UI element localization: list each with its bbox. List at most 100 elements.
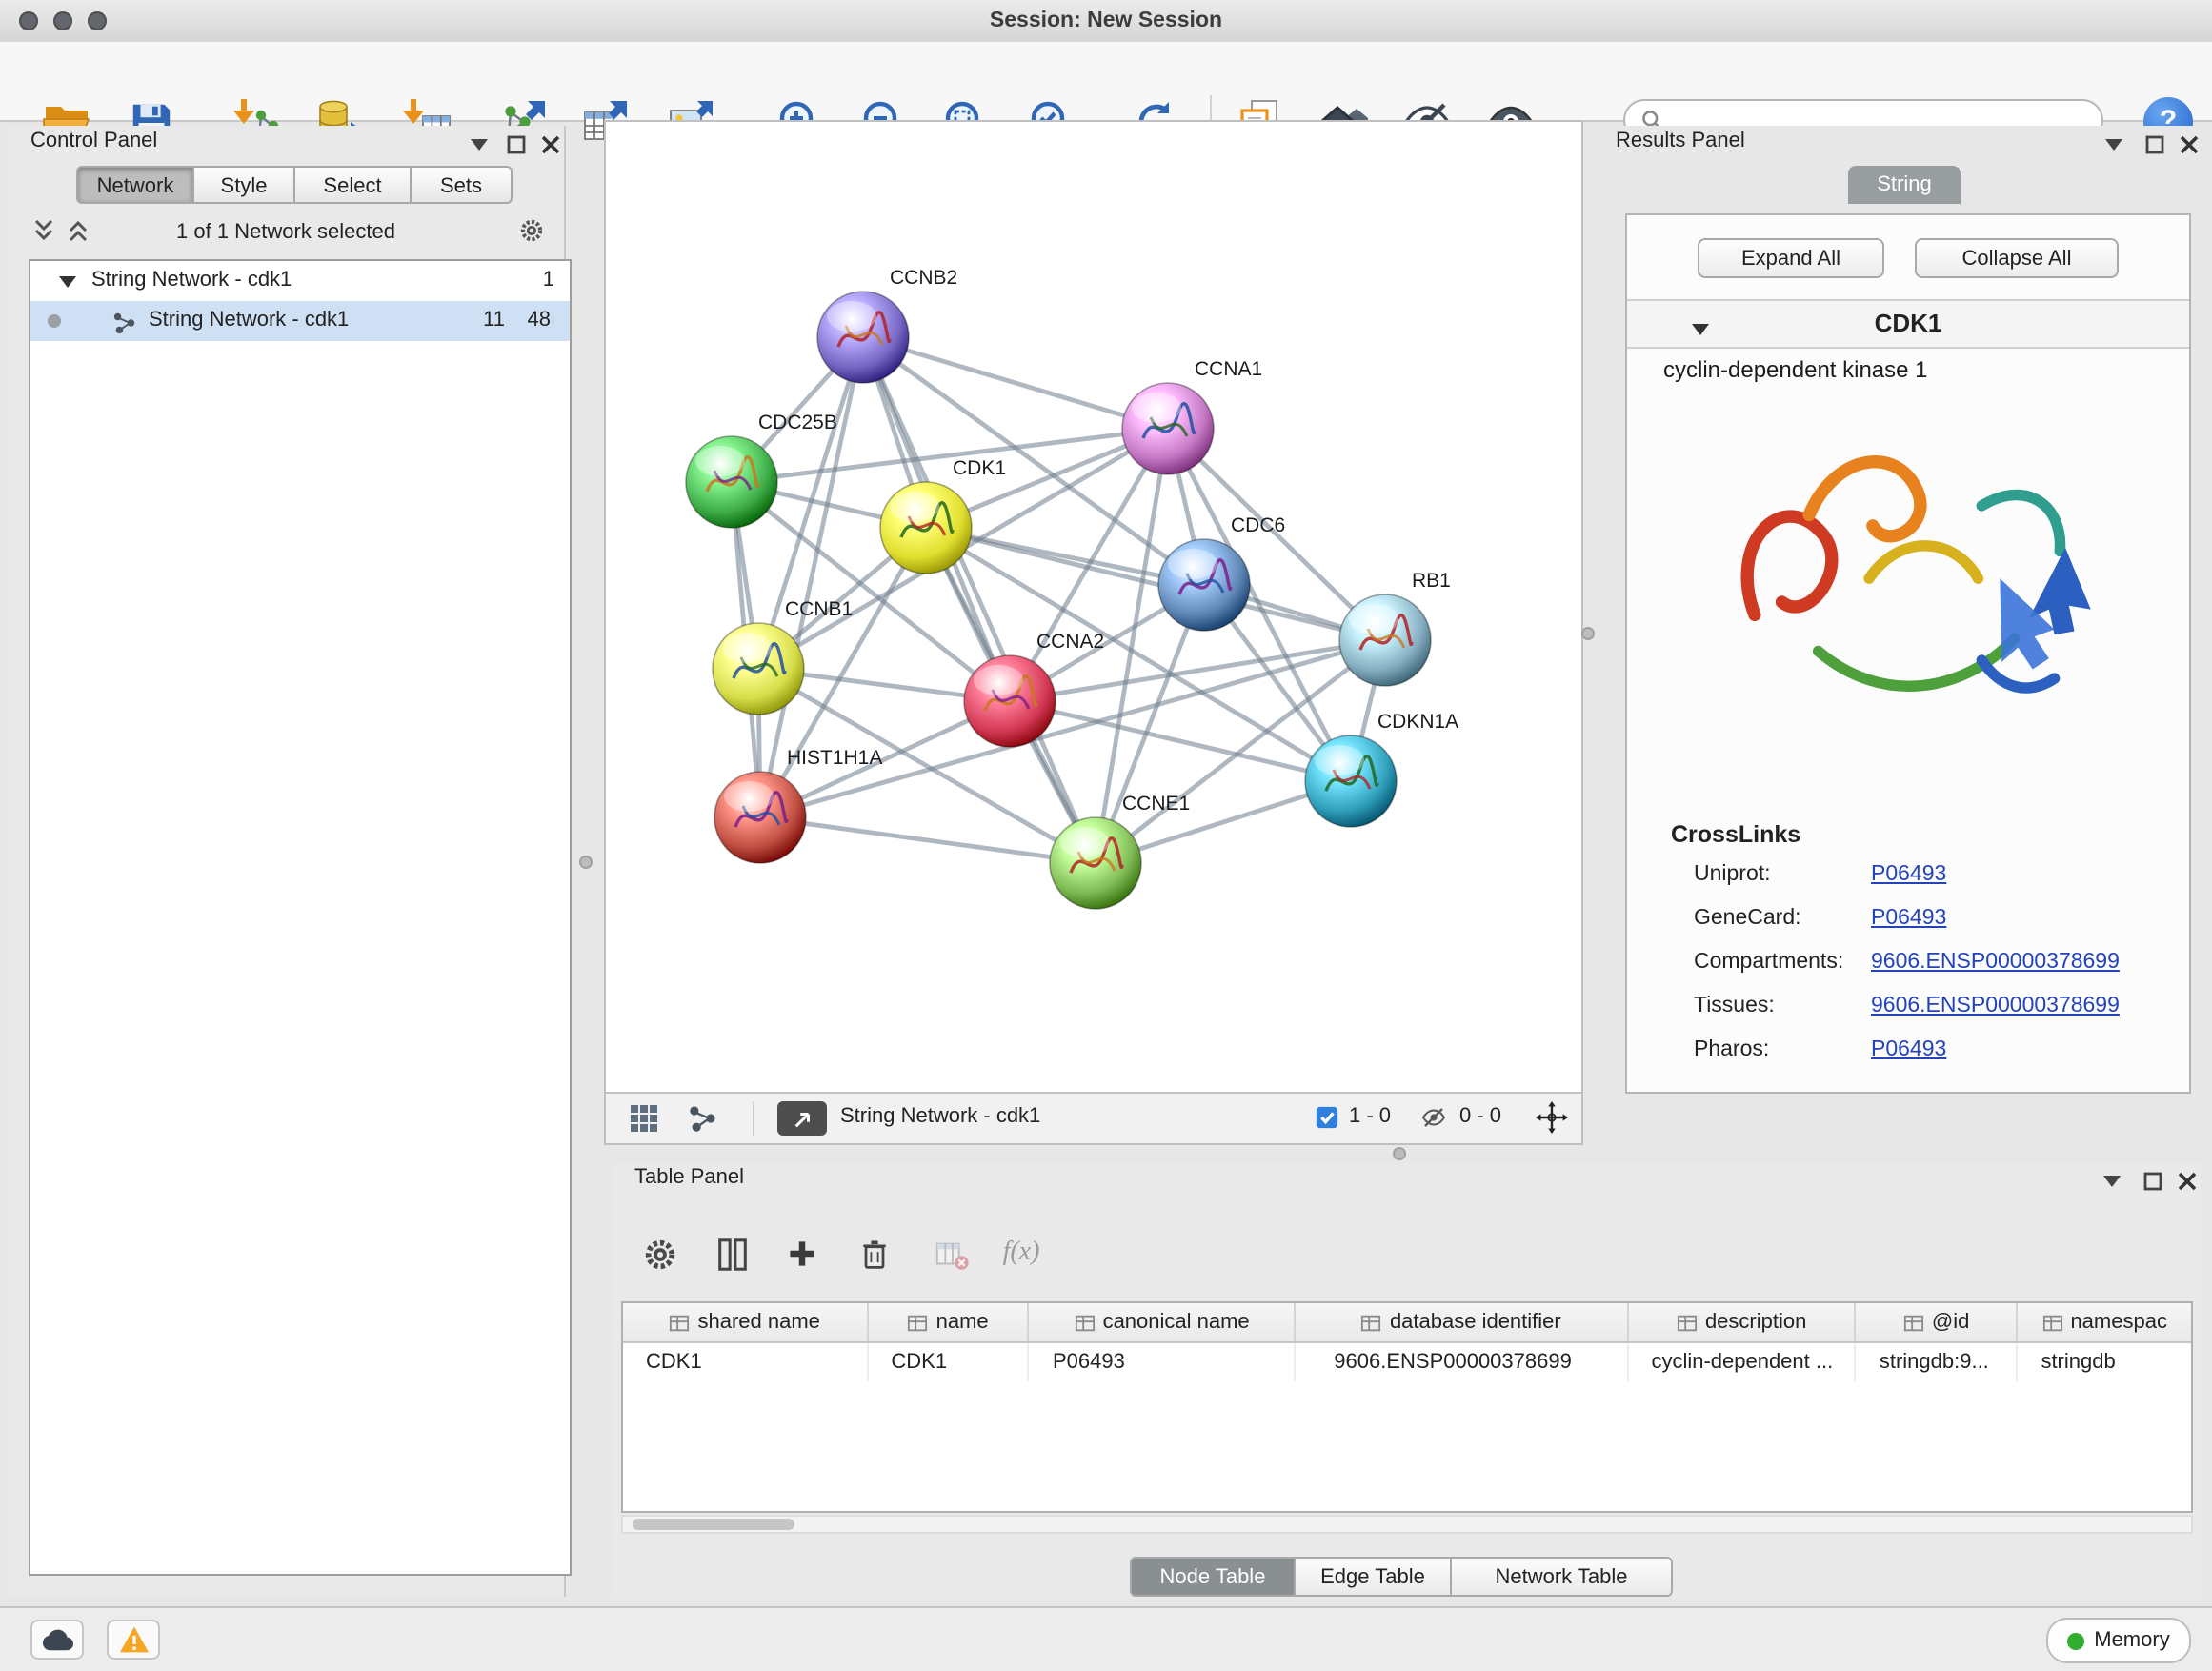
network-node[interactable]: RB1 — [1339, 570, 1451, 686]
warning-icon — [117, 1625, 150, 1654]
table-horizontal-scrollbar[interactable] — [621, 1515, 2193, 1534]
memory-button[interactable]: Memory — [2046, 1618, 2191, 1663]
network-options-gear-icon[interactable] — [518, 217, 545, 244]
network-edge[interactable] — [760, 337, 863, 817]
table-panel-title: Table Panel — [634, 1166, 744, 1189]
network-node[interactable]: CCNB2 — [817, 267, 957, 383]
crosslink-row: Tissues: 9606.ENSP00000378699 — [1627, 995, 2189, 1038]
column-header-namespace[interactable]: namespac — [2018, 1303, 2191, 1341]
network-node[interactable]: HIST1H1A — [714, 747, 882, 863]
panel-menu-button[interactable] — [2098, 1168, 2124, 1195]
crosslink-link[interactable]: P06493 — [1871, 1038, 1946, 1061]
column-header-id[interactable]: @id — [1857, 1303, 2019, 1341]
tab-node-table[interactable]: Node Table — [1130, 1557, 1296, 1597]
selected-checkbox-icon[interactable] — [1315, 1105, 1339, 1130]
birds-eye-view-button[interactable] — [629, 1103, 659, 1134]
tab-edge-table[interactable]: Edge Table — [1296, 1557, 1452, 1597]
tab-network[interactable]: Network — [76, 166, 194, 204]
network-node[interactable]: CDK1 — [880, 457, 1006, 574]
create-column-button[interactable] — [779, 1231, 825, 1277]
network-row[interactable]: String Network - cdk1 11 48 — [30, 301, 570, 341]
network-collection-row[interactable]: String Network - cdk1 1 — [30, 261, 570, 301]
vertical-splitter-handle[interactable] — [1581, 627, 1595, 640]
tab-style[interactable]: Style — [194, 166, 295, 204]
network-node-label: CCNB1 — [785, 598, 853, 620]
crosslink-label: Compartments: — [1694, 951, 1843, 974]
network-node[interactable]: CDKN1A — [1305, 711, 1458, 827]
network-node-label: CDC6 — [1231, 514, 1285, 536]
tab-sets[interactable]: Sets — [412, 166, 513, 204]
network-edge[interactable] — [863, 337, 1096, 863]
network-edge[interactable] — [863, 337, 1168, 429]
control-panel-title: Control Panel — [30, 130, 157, 152]
table-toolbar: f(x) — [612, 1219, 2202, 1288]
network-edge[interactable] — [760, 817, 1096, 863]
crosslink-link[interactable]: P06493 — [1871, 907, 1946, 930]
tab-string[interactable]: String — [1848, 166, 1961, 204]
crosslink-row: Compartments: 9606.ENSP00000378699 — [1627, 951, 2189, 995]
column-header-label: database identifier — [1390, 1311, 1561, 1334]
column-type-icon — [908, 1312, 929, 1333]
column-type-icon — [1677, 1312, 1698, 1333]
function-builder-button-disabled: f(x) — [998, 1231, 1044, 1277]
vertical-splitter-handle[interactable] — [579, 856, 593, 869]
section-expander-icon[interactable] — [1686, 316, 1713, 343]
network-node[interactable]: CCNB1 — [713, 598, 853, 715]
table-settings-gear-button[interactable] — [636, 1231, 682, 1277]
column-header-canonical-name[interactable]: canonical name — [1030, 1303, 1296, 1341]
network-overview-button[interactable] — [688, 1103, 718, 1134]
column-header-label: @id — [1932, 1311, 1969, 1334]
tab-select[interactable]: Select — [295, 166, 412, 204]
panel-float-button[interactable] — [503, 131, 530, 158]
status-bar: Memory — [0, 1606, 2212, 1671]
horizontal-splitter-handle[interactable] — [1393, 1147, 1406, 1160]
cell-shared-name: CDK1 — [623, 1343, 868, 1381]
zoom-window-button[interactable] — [88, 11, 107, 30]
network-canvas[interactable]: CCNB2CCNA1CDC25BCDK1CDC6RB1CCNB1CCNA2CDK… — [604, 120, 1583, 1094]
scrollbar-thumb[interactable] — [633, 1519, 794, 1530]
collapse-all-networks-icon[interactable] — [30, 217, 57, 244]
expand-all-networks-icon[interactable] — [65, 217, 91, 244]
crosslink-link[interactable]: 9606.ENSP00000378699 — [1871, 995, 2120, 1017]
gene-section-header[interactable]: CDK1 — [1627, 299, 2189, 349]
pan-mode-button[interactable] — [1536, 1101, 1568, 1134]
network-edge-count: 48 — [528, 301, 552, 341]
delete-column-button[interactable] — [852, 1231, 897, 1277]
column-header-shared-name[interactable]: shared name — [623, 1303, 868, 1341]
column-header-description[interactable]: description — [1628, 1303, 1856, 1341]
close-window-button[interactable] — [19, 11, 38, 30]
cloud-button[interactable] — [30, 1620, 84, 1660]
collection-expander-icon[interactable] — [53, 269, 80, 295]
network-node[interactable]: CCNA1 — [1122, 358, 1262, 474]
memory-label: Memory — [2094, 1629, 2169, 1652]
crosslink-row: Uniprot: P06493 — [1627, 863, 2189, 907]
string-network-icon — [111, 309, 137, 335]
collapse-all-button[interactable]: Collapse All — [1915, 238, 2119, 278]
hidden-eye-icon[interactable] — [1419, 1105, 1448, 1130]
crosslink-link[interactable]: P06493 — [1871, 863, 1946, 886]
panel-menu-button[interactable] — [465, 131, 492, 158]
panel-close-button[interactable] — [2176, 131, 2202, 158]
table-row[interactable]: CDK1 CDK1 P06493 9606.ENSP00000378699 cy… — [623, 1343, 2191, 1381]
crosslink-link[interactable]: 9606.ENSP00000378699 — [1871, 951, 2120, 974]
expand-all-button[interactable]: Expand All — [1698, 238, 1884, 278]
column-header-label: description — [1705, 1311, 1806, 1334]
column-header-name[interactable]: name — [868, 1303, 1030, 1341]
network-edge[interactable] — [926, 528, 1385, 640]
panel-float-button[interactable] — [2142, 131, 2168, 158]
warnings-button[interactable] — [107, 1620, 160, 1660]
column-type-icon — [669, 1312, 690, 1333]
panel-menu-button[interactable] — [2100, 131, 2126, 158]
network-view-toolbar: String Network - cdk1 1 - 0 0 - 0 — [604, 1094, 1583, 1145]
panel-close-button[interactable] — [2174, 1168, 2201, 1195]
panel-float-button[interactable] — [2140, 1168, 2166, 1195]
column-header-database-identifier[interactable]: database identifier — [1296, 1303, 1628, 1341]
string-results-card: Expand All Collapse All CDK1 cyclin-depe… — [1625, 213, 2191, 1094]
column-type-icon — [1075, 1312, 1096, 1333]
tab-network-table[interactable]: Network Table — [1452, 1557, 1673, 1597]
detach-view-button[interactable] — [777, 1101, 827, 1136]
network-edge[interactable] — [760, 640, 1385, 817]
show-columns-button[interactable] — [709, 1231, 754, 1277]
panel-close-button[interactable] — [537, 131, 564, 158]
minimize-window-button[interactable] — [53, 11, 72, 30]
